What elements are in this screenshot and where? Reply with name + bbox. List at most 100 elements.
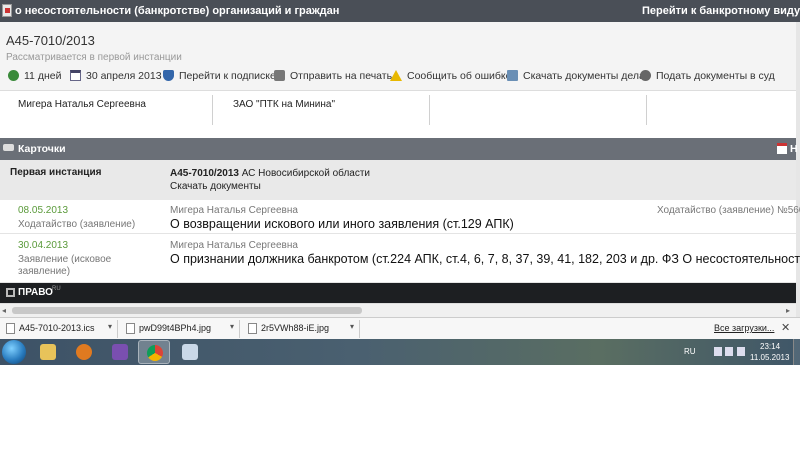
taskbar-paint[interactable] xyxy=(174,340,206,364)
volume-icon[interactable] xyxy=(737,347,745,356)
event-author: Мигера Наталья Сергеевна xyxy=(170,240,298,251)
case-parties: Мигера Наталья Сергеевна ЗАО "ПТК на Мин… xyxy=(0,90,796,126)
scroll-right-arrow-icon[interactable]: ▸ xyxy=(786,306,790,315)
event-date: 30.04.2013 xyxy=(18,240,69,251)
chevron-down-icon[interactable]: ▾ xyxy=(108,322,112,331)
instance-label: Первая инстанция xyxy=(10,167,102,178)
print-icon xyxy=(274,70,285,81)
horizontal-scrollbar[interactable]: ◂ ▸ xyxy=(0,303,796,317)
subscribe-icon xyxy=(163,70,174,81)
event-row[interactable]: 08.05.2013 Ходатайство (заявление) Мигер… xyxy=(0,200,800,234)
instance-row: Первая инстанция А45-7010/2013 АС Новоси… xyxy=(0,160,796,200)
instance-case-number: А45-7010/2013 xyxy=(170,168,239,179)
case-header: А45-7010/2013 Рассматривается в первой и… xyxy=(0,22,796,90)
chevron-down-icon[interactable]: ▾ xyxy=(230,322,234,331)
chrome-icon xyxy=(147,345,163,361)
event-title[interactable]: О признании должника банкротом (ст.224 А… xyxy=(170,252,800,266)
scroll-left-arrow-icon[interactable]: ◂ xyxy=(2,306,6,315)
cards-label: Карточки xyxy=(18,143,66,155)
event-date: 08.05.2013 xyxy=(18,205,69,216)
network-icon[interactable] xyxy=(725,347,733,356)
taskbar-visual-studio[interactable] xyxy=(104,340,136,364)
event-title[interactable]: О возвращении искового или иного заявлен… xyxy=(170,217,514,231)
event-type: Ходатайство (заявление) xyxy=(18,219,136,230)
divider xyxy=(212,95,213,125)
downloads-bar: A45-7010-2013.ics ▾ pwD99t4BPh4.jpg ▾ 2r… xyxy=(0,317,800,339)
site-footer: ПРАВО RU xyxy=(0,283,796,303)
clock-back-icon xyxy=(8,70,19,81)
event-type: Заявление (исковое заявление) xyxy=(18,254,112,277)
download-item[interactable]: 2r5VWh88-iE.jpg ▾ xyxy=(244,320,360,338)
plus-icon xyxy=(640,70,651,81)
print-button[interactable]: Отправить на печать xyxy=(274,70,392,82)
case-actions: 11 дней 30 апреля 2013 Перейти к подписк… xyxy=(0,68,796,86)
taskbar-explorer[interactable] xyxy=(32,340,64,364)
subscribe-button[interactable]: Перейти к подписке xyxy=(163,70,276,82)
download-docs-link[interactable]: Скачать документы xyxy=(170,181,261,192)
case-category-title: о несостоятельности (банкротстве) органи… xyxy=(15,5,340,17)
close-icon[interactable]: ✕ xyxy=(781,321,790,334)
download-filename: pwD99t4BPh4.jpg xyxy=(139,323,212,333)
media-player-icon xyxy=(76,344,92,360)
clock-time[interactable]: 23:14 xyxy=(760,342,780,351)
show-desktop-button[interactable] xyxy=(793,339,800,365)
subscribe-label: Перейти к подписке xyxy=(179,70,276,82)
download-item[interactable]: pwD99t4BPh4.jpg ▾ xyxy=(122,320,240,338)
chevron-down-icon[interactable]: ▾ xyxy=(350,322,354,331)
file-icon xyxy=(126,323,135,334)
visual-studio-icon xyxy=(112,344,128,360)
calendar-icon xyxy=(70,70,81,81)
vertical-scrollbar[interactable] xyxy=(796,22,800,317)
pravo-logo-icon xyxy=(6,288,15,297)
taskbar-chrome[interactable] xyxy=(138,340,170,364)
case-status: Рассматривается в первой инстанции xyxy=(6,52,182,63)
battery-icon[interactable] xyxy=(714,347,722,356)
report-error-button[interactable]: Сообщить об ошибке xyxy=(390,70,511,82)
taskbar: RU 23:14 11.05.2013 xyxy=(0,339,800,365)
case-number: А45-7010/2013 xyxy=(6,33,95,48)
instance-case: А45-7010/2013 АС Новосибирской области xyxy=(170,168,370,179)
warning-icon xyxy=(390,70,402,81)
cards-header: Карточки Н xyxy=(0,138,798,160)
next-hearing-label: 30 апреля 2013 xyxy=(86,70,162,82)
submit-docs-button[interactable]: Подать документы в суд xyxy=(640,70,775,82)
plaintiff[interactable]: Мигера Наталья Сергеевна xyxy=(18,99,146,110)
days-counter: 11 дней xyxy=(8,70,61,82)
bankruptcy-view-link[interactable]: Перейти к банкротному виду xyxy=(642,5,800,17)
file-icon xyxy=(248,323,257,334)
next-hearing-date: 30 апреля 2013 xyxy=(70,70,162,82)
download-case-docs-label: Скачать документы дела xyxy=(523,70,645,82)
report-error-label: Сообщить об ошибке xyxy=(407,70,512,82)
download-filename: 2r5VWh88-iE.jpg xyxy=(261,323,330,333)
pravo-logo-suffix: RU xyxy=(52,286,61,292)
language-indicator[interactable]: RU xyxy=(684,347,696,356)
submit-docs-label: Подать документы в суд xyxy=(656,70,775,82)
instance-court: АС Новосибирской области xyxy=(238,168,371,179)
download-icon xyxy=(507,70,518,81)
event-doc-ref: Ходатайство (заявление) №56640 xyxy=(657,205,800,216)
folder-icon xyxy=(40,344,56,360)
cards-right-label[interactable]: Н xyxy=(790,143,798,155)
print-label: Отправить на печать xyxy=(290,70,393,82)
download-item[interactable]: A45-7010-2013.ics ▾ xyxy=(2,320,118,338)
pravo-logo[interactable]: ПРАВО xyxy=(18,287,53,298)
defendant[interactable]: ЗАО "ПТК на Минина" xyxy=(233,99,335,110)
taskbar-media-player[interactable] xyxy=(68,340,100,364)
paint-icon xyxy=(182,344,198,360)
all-downloads-link[interactable]: Все загрузки... xyxy=(714,323,774,333)
divider xyxy=(646,95,647,125)
clock-date[interactable]: 11.05.2013 xyxy=(750,353,789,362)
document-icon xyxy=(2,4,12,17)
event-row[interactable]: 30.04.2013 Заявление (исковое заявление)… xyxy=(0,235,800,283)
start-button[interactable] xyxy=(2,340,26,364)
download-filename: A45-7010-2013.ics xyxy=(19,323,95,333)
days-counter-label: 11 дней xyxy=(24,70,62,82)
scroll-thumb[interactable] xyxy=(12,307,362,314)
event-author: Мигера Наталья Сергеевна xyxy=(170,205,298,216)
top-bar: о несостоятельности (банкротстве) органи… xyxy=(0,0,800,22)
file-icon xyxy=(6,323,15,334)
car-icon xyxy=(3,144,14,151)
download-case-docs-button[interactable]: Скачать документы дела xyxy=(507,70,645,82)
calendar-icon[interactable] xyxy=(777,143,787,154)
divider xyxy=(429,95,430,125)
